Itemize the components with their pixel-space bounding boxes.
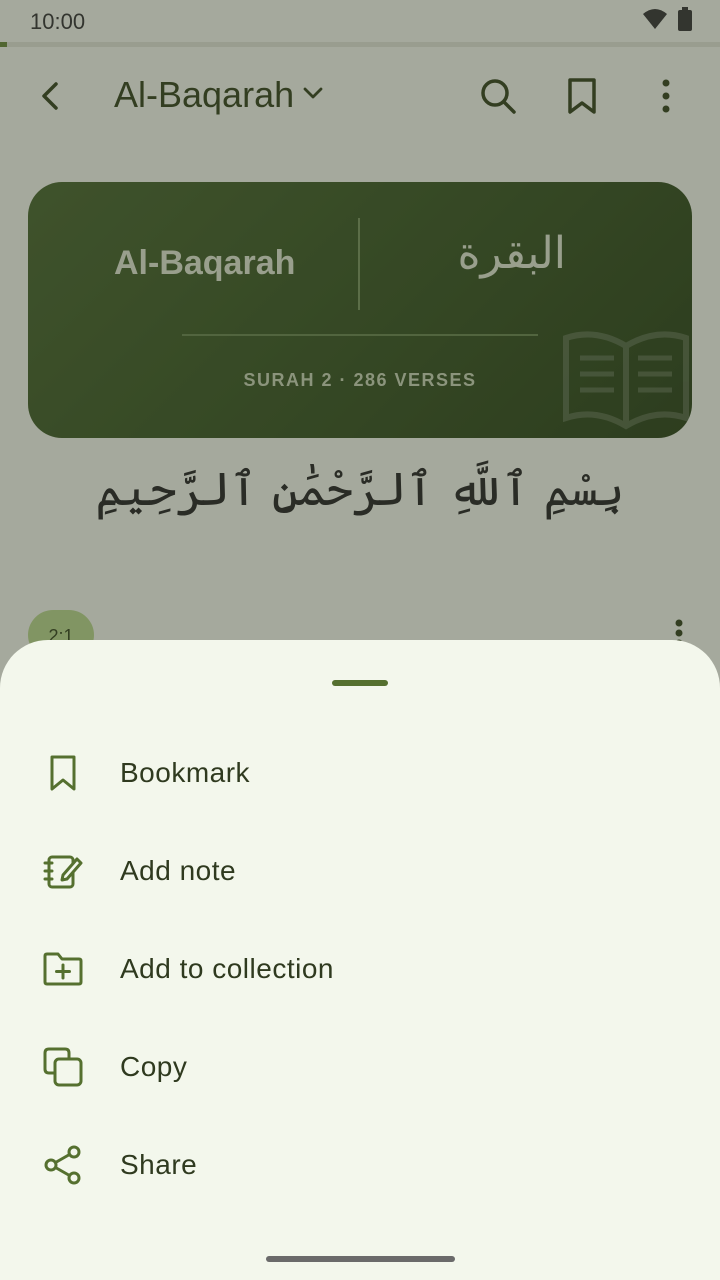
drag-handle[interactable] xyxy=(332,680,388,686)
menu-item-copy[interactable]: Copy xyxy=(0,1018,720,1116)
gesture-nav-handle[interactable] xyxy=(266,1256,455,1262)
share-icon xyxy=(42,1144,84,1186)
folder-add-icon xyxy=(42,948,84,990)
copy-icon xyxy=(42,1046,84,1088)
note-icon xyxy=(42,850,84,892)
menu-item-label: Copy xyxy=(120,1051,188,1082)
sheet-menu: Bookmark Add note Add to collection Copy… xyxy=(0,724,720,1214)
menu-item-share[interactable]: Share xyxy=(0,1116,720,1214)
menu-item-add-to-collection[interactable]: Add to collection xyxy=(0,920,720,1018)
menu-item-label: Add note xyxy=(120,855,237,886)
menu-item-label: Share xyxy=(120,1149,198,1180)
menu-item-label: Bookmark xyxy=(120,757,251,788)
bookmark-icon xyxy=(42,752,84,794)
menu-item-bookmark[interactable]: Bookmark xyxy=(0,724,720,822)
menu-item-label: Add to collection xyxy=(120,953,334,984)
menu-item-add-note[interactable]: Add note xyxy=(0,822,720,920)
verse-actions-sheet: Bookmark Add note Add to collection Copy… xyxy=(0,640,720,1280)
